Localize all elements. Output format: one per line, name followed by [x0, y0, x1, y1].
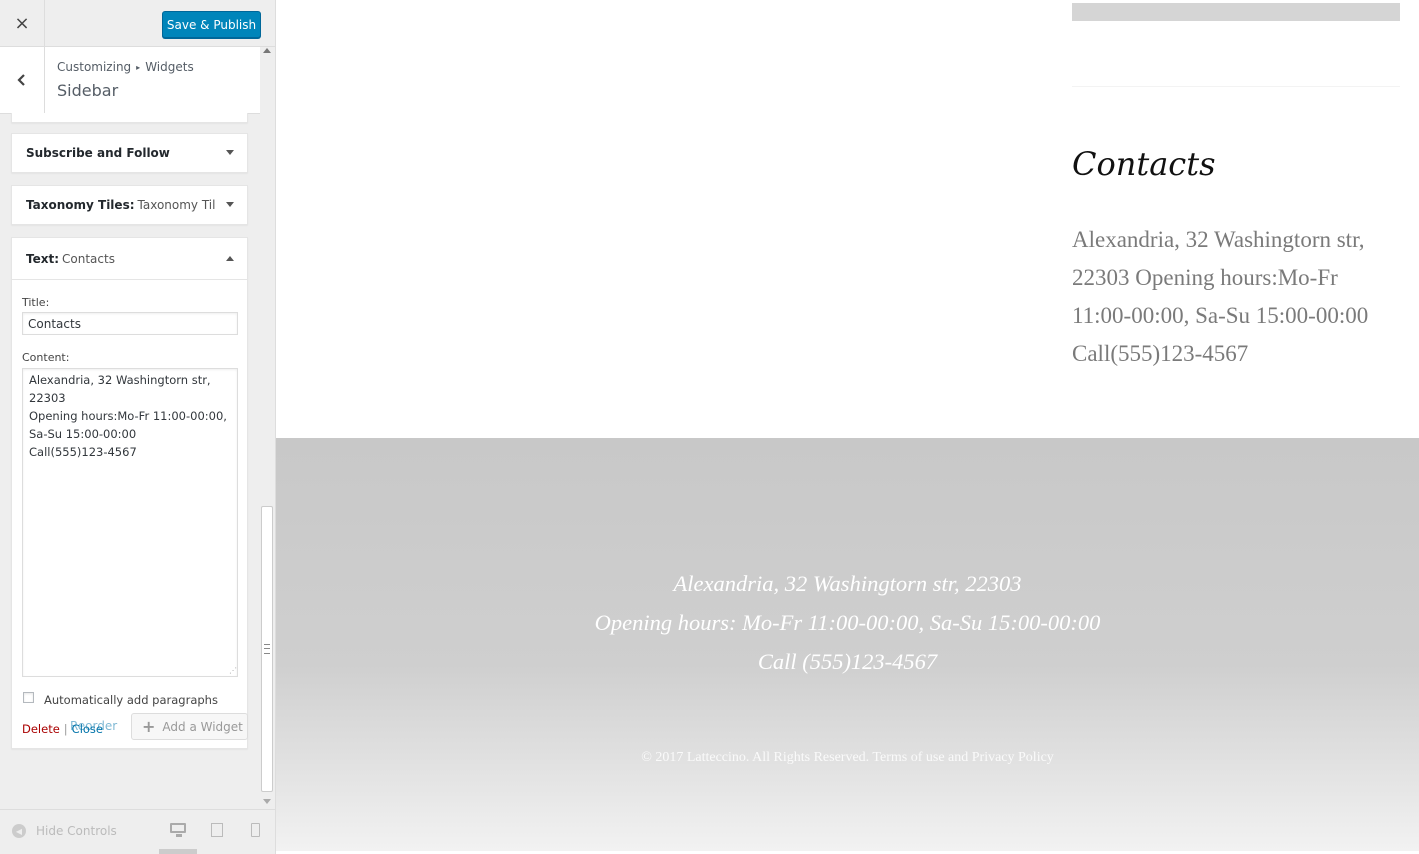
title-label: Title:	[22, 296, 50, 309]
scrollbar-thumb[interactable]	[261, 506, 273, 792]
widget-title: Text: Contacts	[26, 238, 216, 279]
auto-paragraphs-checkbox[interactable]	[23, 692, 34, 703]
delete-link[interactable]: Delete	[22, 722, 60, 736]
mobile-preview-icon[interactable]	[251, 823, 260, 837]
desktop-preview-icon[interactable]	[170, 823, 186, 837]
site-footer: Alexandria, 32 Washingtorn str, 22303 Op…	[276, 438, 1419, 851]
footer-hours: Opening hours: Mo-Fr 11:00-00:00, Sa-Su …	[594, 610, 1101, 635]
preview-top-bar	[1072, 3, 1400, 21]
widget-collapsed-partial[interactable]	[11, 113, 248, 123]
hide-controls-label: Hide Controls	[36, 824, 117, 838]
footer-address: Alexandria, 32 Washingtorn str, 22303	[673, 571, 1022, 596]
reorder-link[interactable]: Reorder	[70, 719, 117, 733]
widget-taxonomy-tiles[interactable]: Taxonomy Tiles:Taxonomy Til...	[11, 185, 248, 225]
grip-icon	[264, 644, 270, 654]
breadcrumb-parent: Widgets	[145, 60, 194, 74]
plus-icon: +	[142, 717, 156, 736]
title-input[interactable]	[22, 312, 238, 335]
breadcrumb-root: Customizing	[57, 60, 132, 74]
widget-type-label: Text:	[26, 251, 60, 266]
widget-header[interactable]: Text: Contacts	[12, 238, 247, 280]
contacts-widget-body: Alexandria, 32 Washingtorn str, 22303 Op…	[1072, 227, 1369, 366]
customizer-panel: × Save & Publish Customizing ▸ Widgets Sid…	[0, 0, 276, 854]
contacts-widget-title: Contacts	[1072, 145, 1216, 183]
tablet-preview-icon[interactable]	[211, 823, 223, 837]
scroll-down-arrow-icon[interactable]	[263, 799, 271, 804]
collapse-arrow-icon[interactable]	[226, 255, 234, 261]
footer-phone: Call (555)123-4567	[757, 649, 938, 674]
section-title: Sidebar	[57, 81, 119, 100]
panel-scrollbar[interactable]	[260, 47, 275, 809]
expand-arrow-icon[interactable]	[226, 202, 234, 207]
section-header: Customizing ▸ Widgets Sidebar	[0, 47, 260, 114]
controls-scroll-area: Customizing ▸ Widgets Sidebar Subscribe an…	[0, 47, 260, 809]
add-widget-label: Add a Widget	[162, 719, 243, 734]
breadcrumb: Customizing ▸ Widgets	[57, 60, 194, 74]
widget-instance-title: Contacts	[62, 251, 115, 266]
widget-subscribe-and-follow[interactable]: Subscribe and Follow	[11, 133, 248, 173]
chevron-left-icon	[17, 74, 25, 86]
close-customizer-button[interactable]: ×	[0, 0, 45, 46]
auto-paragraphs-label: Automatically add paragraphs	[44, 693, 218, 707]
expand-arrow-icon[interactable]	[226, 150, 234, 155]
close-icon: ×	[14, 12, 30, 34]
copyright-text: © 2017 Latteccino. All Rights Reserved. …	[641, 750, 1054, 765]
widget-title: Subscribe and Follow	[26, 134, 216, 172]
divider	[1072, 86, 1400, 87]
back-button[interactable]	[0, 47, 45, 113]
collapse-arrow-icon: ◀	[12, 824, 26, 838]
add-widget-button[interactable]: + Add a Widget	[131, 713, 248, 740]
footer-contact-info: Alexandria, 32 Washingtorn str, 22303 Op…	[276, 564, 1419, 681]
customizer-header: × Save & Publish	[0, 0, 275, 47]
hide-controls-button[interactable]: ◀ Hide Controls	[12, 824, 117, 838]
content-textarea[interactable]	[22, 368, 238, 677]
site-preview: Contacts Alexandria, 32 Washingtorn str,…	[276, 0, 1419, 854]
widget-type-label: Taxonomy Tiles:	[26, 198, 135, 212]
widget-text-contacts: Text:Contacts Title: Content: ⋰ Automati…	[11, 237, 248, 749]
save-publish-button[interactable]: Save & Publish	[162, 11, 261, 38]
customizer-footer: ◀ Hide Controls	[0, 809, 275, 854]
scroll-up-arrow-icon[interactable]	[263, 48, 271, 53]
content-label: Content:	[22, 351, 70, 364]
breadcrumb-separator-icon: ▸	[136, 63, 141, 72]
widget-type-label: Subscribe and Follow	[26, 146, 170, 160]
widget-title: Taxonomy Tiles:Taxonomy Til...	[26, 186, 216, 224]
active-device-indicator	[159, 849, 197, 854]
actions-separator: |	[63, 722, 68, 736]
resize-handle-icon[interactable]: ⋰	[229, 667, 237, 675]
widget-instance-title: Taxonomy Til...	[137, 198, 216, 212]
